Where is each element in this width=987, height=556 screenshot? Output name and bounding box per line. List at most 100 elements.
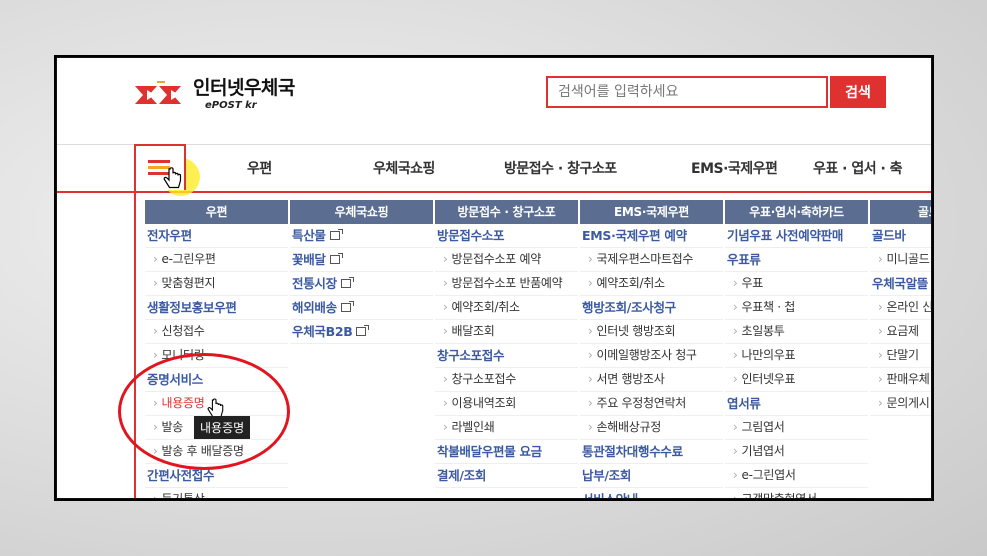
menu-sub-link[interactable]: › 단말기 — [870, 344, 931, 368]
nav-item-visit-parcel[interactable]: 방문접수 · 창구소포 — [504, 158, 617, 178]
menu-sub-link[interactable]: › 주요 우정청연락처 — [580, 392, 723, 416]
menu-group-link[interactable]: 통관절차대행수수료 — [580, 440, 723, 464]
menu-sub-link[interactable]: › 배달조회 — [435, 320, 578, 344]
menu-sub-link[interactable]: › 등기통상 — [145, 488, 288, 499]
menu-link-label: 우표책 · 첩 — [741, 300, 796, 314]
menu-group-link[interactable]: 꽃배달 — [290, 248, 433, 272]
menu-group-link[interactable]: 창구소포접수 — [435, 344, 578, 368]
menu-sub-link[interactable]: › 이용내역조회 — [435, 392, 578, 416]
menu-link-label: 판매우체 — [886, 372, 930, 386]
menu-group-link[interactable]: 우표류 — [725, 248, 868, 272]
menu-sub-link[interactable]: › e-그린우편 — [145, 248, 288, 272]
menu-link-label: 인터넷우표 — [741, 372, 796, 386]
menu-link-label: EMS·국제우편 예약 — [582, 228, 687, 243]
search-input[interactable] — [548, 78, 838, 106]
menu-group-link[interactable]: 서비스안내 — [580, 488, 723, 498]
menu-sub-link[interactable]: › 서면 행방조사 — [580, 368, 723, 392]
menu-sub-link[interactable]: › e-그린엽서 — [725, 464, 868, 488]
nav-item-shopping[interactable]: 우체국쇼핑 — [373, 158, 435, 178]
menu-group-link[interactable]: 생활정보홍보우편 — [145, 296, 288, 320]
menu-link-label: 문의게시 — [886, 396, 930, 410]
chevron-right-icon: › — [588, 396, 593, 410]
menu-column-header[interactable]: 우체국쇼핑 — [290, 200, 433, 224]
menu-group-link[interactable]: 납부/조회 — [580, 464, 723, 488]
menu-link-label: 서면 행방조사 — [596, 372, 665, 386]
menu-link-label: 단말기 — [886, 348, 920, 362]
external-link-icon — [356, 325, 370, 336]
menu-link-label: 맞춤형편지 — [161, 276, 216, 290]
menu-column-header[interactable]: 골드바·우 — [870, 200, 931, 224]
menu-link-label: 등기통상 — [161, 492, 205, 499]
menu-link-label: 방문접수소포 반품예약 — [451, 276, 563, 290]
menu-sub-link[interactable]: › 판매우체 — [870, 368, 931, 392]
menu-link-label: 엽서류 — [727, 396, 761, 411]
menu-group-link[interactable]: 해외배송 — [290, 296, 433, 320]
menu-group-link[interactable]: 우체국알뜰 — [870, 272, 931, 296]
menu-column-stamps: 우표·엽서·축하카드 기념우표 사전예약판매 우표류 › 우표 › 우표책 · 첩 › 초일봉투… — [725, 200, 868, 498]
menu-link-label: 나만의우표 — [741, 348, 796, 362]
menu-group-link[interactable]: 우체국B2B — [290, 320, 433, 344]
menu-sub-link[interactable]: › 미니골드 — [870, 248, 931, 272]
menu-link-label: 초일봉투 — [741, 324, 785, 338]
menu-sub-link[interactable]: › 이메일행방조사 청구 — [580, 344, 723, 368]
menu-sub-link[interactable]: › 우표 — [725, 272, 868, 296]
menu-group-link[interactable]: 엽서류 — [725, 392, 868, 416]
menu-sub-link[interactable]: › 맞춤형편지 — [145, 272, 288, 296]
nav-item-stamps[interactable]: 우표 · 엽서 · 축 — [813, 158, 903, 178]
menu-group-link[interactable]: EMS·국제우편 예약 — [580, 224, 723, 248]
menu-group-link[interactable]: 결제/조회 — [435, 464, 578, 488]
menu-sub-link[interactable]: › 인터넷우표 — [725, 368, 868, 392]
menu-column-header[interactable]: 방문접수 · 창구소포 — [435, 200, 578, 224]
menu-sub-link[interactable]: › 신청접수 — [145, 320, 288, 344]
menu-sub-link[interactable]: › 인터넷 행방조회 — [580, 320, 723, 344]
menu-link-label: 방문접수소포 — [437, 228, 505, 243]
site-header: 인터넷우체국 ePOST kr 검색 — [57, 58, 931, 144]
nav-item-ems[interactable]: EMS·국제우편 — [691, 158, 778, 178]
menu-sub-link[interactable]: › 방문접수소포 반품예약 — [435, 272, 578, 296]
menu-sub-link[interactable]: › 그림엽서 — [725, 416, 868, 440]
menu-sub-link[interactable]: › 온라인 신 — [870, 296, 932, 320]
menu-link-label: 행방조회/조사청구 — [582, 300, 676, 315]
nav-item-post[interactable]: 우편 — [247, 158, 272, 178]
menu-sub-link[interactable]: › 라벨인쇄 — [435, 416, 578, 440]
menu-sub-link[interactable]: › 창구소포접수 — [435, 368, 578, 392]
epost-logo-icon — [135, 81, 181, 104]
menu-group-link[interactable]: 특산물 — [290, 224, 433, 248]
menu-column-header[interactable]: 우편 — [145, 200, 288, 224]
menu-group-link[interactable]: 전통시장 — [290, 272, 433, 296]
menu-sub-link[interactable]: › 문의게시 — [870, 392, 931, 416]
logo-korean-text: 인터넷우체국 — [193, 77, 295, 99]
menu-sub-link[interactable]: › 요금제 — [870, 320, 931, 344]
menu-link-label: 전자우편 — [147, 228, 192, 243]
menu-link-label: 납부/조회 — [582, 468, 632, 483]
chevron-right-icon: › — [588, 324, 593, 338]
menu-link-label: 창구소포접수 — [451, 372, 517, 386]
menu-link-label: 기념엽서 — [741, 444, 785, 458]
menu-group-link[interactable]: 전자우편 — [145, 224, 288, 248]
menu-sub-link[interactable]: › 방문접수소포 예약 — [435, 248, 578, 272]
chevron-right-icon: › — [733, 468, 738, 482]
site-logo[interactable]: 인터넷우체국 ePOST kr — [135, 76, 295, 114]
menu-sub-link[interactable]: › 예약조회/취소 — [435, 296, 578, 320]
menu-sub-link[interactable]: › 우표책 · 첩 — [725, 296, 868, 320]
menu-sub-link[interactable]: › 고객맞춤형엽서 — [725, 488, 868, 498]
menu-link-label: 예약조회/취소 — [451, 300, 520, 314]
logo-english-text: ePOST kr — [205, 100, 257, 111]
search-button[interactable]: 검색 — [830, 76, 886, 108]
menu-group-link[interactable]: 행방조회/조사청구 — [580, 296, 723, 320]
menu-sub-link[interactable]: › 예약조회/취소 — [580, 272, 723, 296]
menu-group-link[interactable]: 기념우표 사전예약판매 — [725, 224, 868, 248]
menu-group-link[interactable]: 방문접수소포 — [435, 224, 578, 248]
menu-group-link[interactable]: 골드바 — [870, 224, 931, 248]
menu-group-link[interactable]: 착불배달우편물 요금 — [435, 440, 578, 464]
menu-sub-link[interactable]: › 손해배상규정 — [580, 416, 723, 440]
menu-column-header[interactable]: 우표·엽서·축하카드 — [725, 200, 868, 224]
menu-sub-link[interactable]: › 나만의우표 — [725, 344, 868, 368]
menu-sub-link[interactable]: › 초일봉투 — [725, 320, 868, 344]
menu-sub-link[interactable]: › 국제우편스마트접수 — [580, 248, 723, 272]
menu-link-label: 인터넷 행방조회 — [596, 324, 676, 338]
menu-link-label: 창구소포접수 — [437, 348, 505, 363]
menu-column-header[interactable]: EMS·국제우편 — [580, 200, 723, 224]
menu-sub-link[interactable]: › 기념엽서 — [725, 440, 868, 464]
menu-link-label: 온라인 신 — [886, 300, 932, 314]
